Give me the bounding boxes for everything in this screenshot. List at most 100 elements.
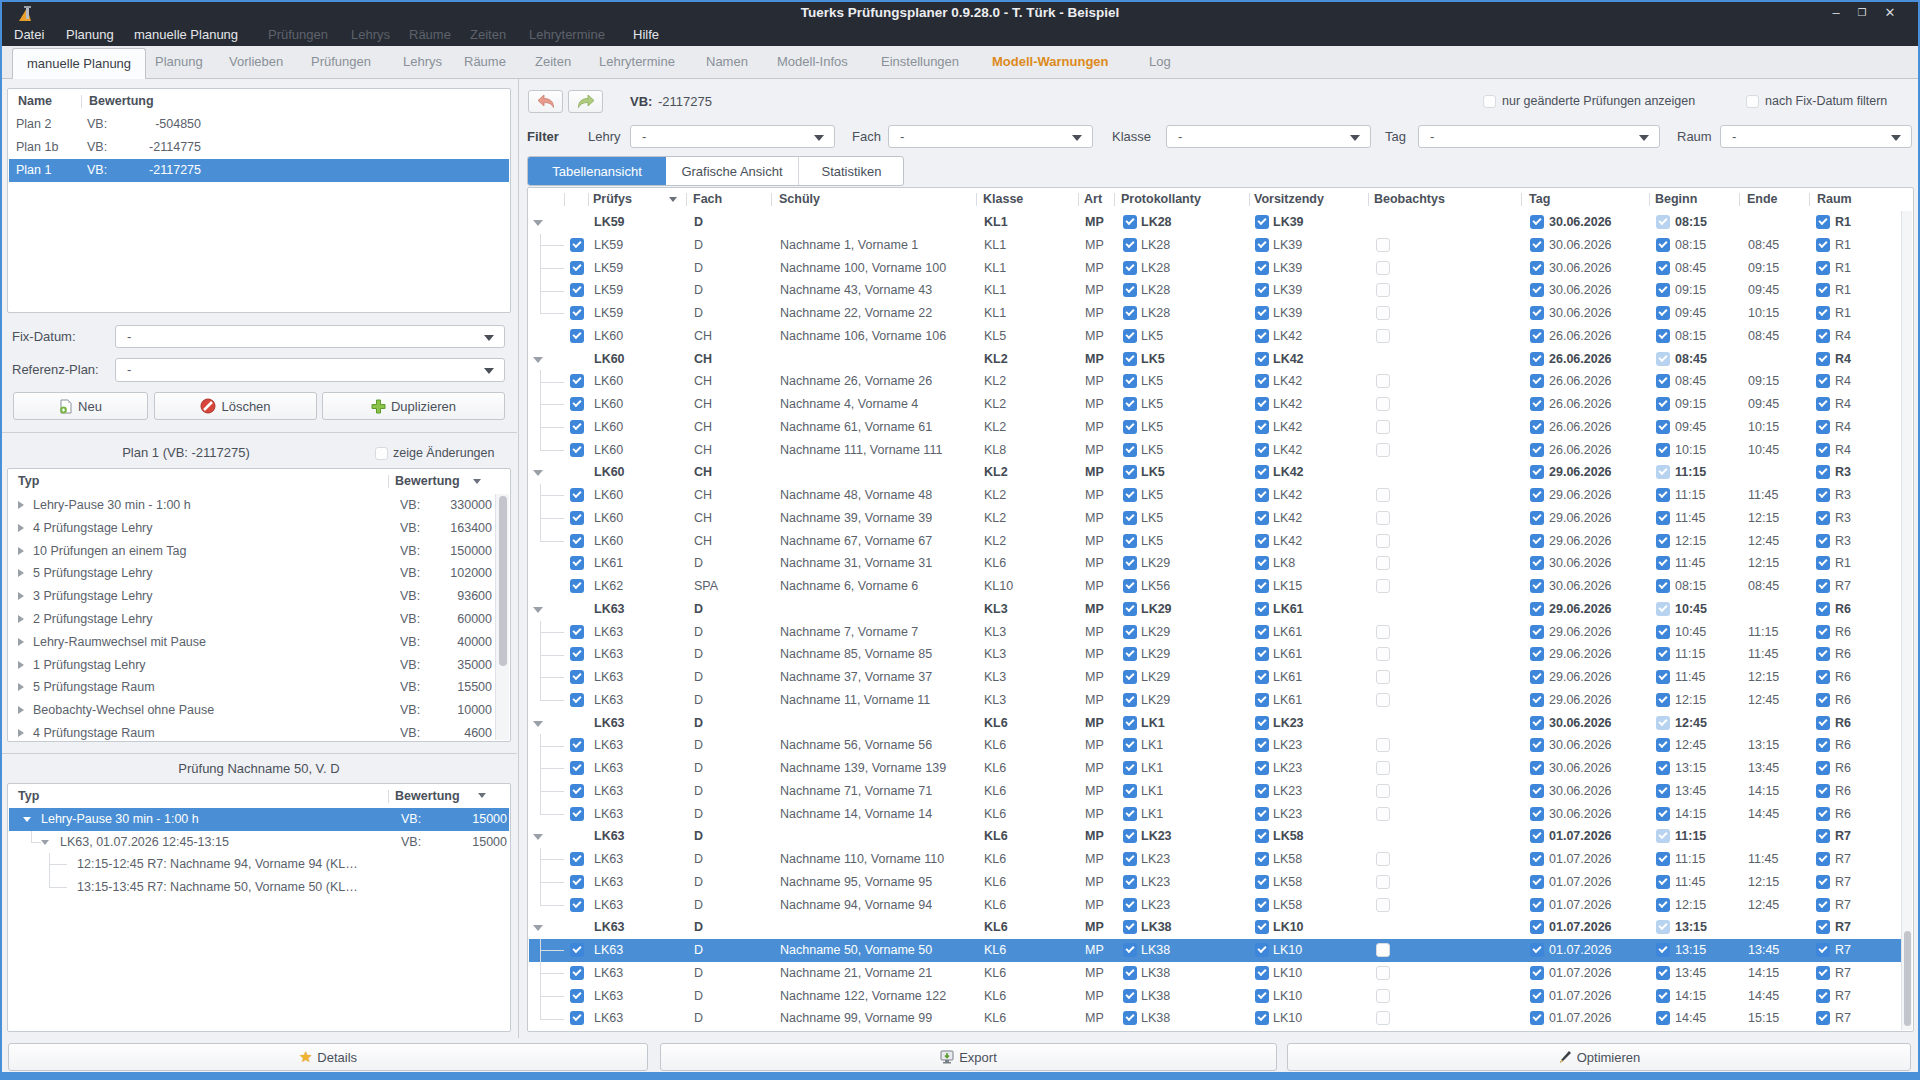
protokollanty-checkbox[interactable]: [1123, 943, 1137, 957]
tab-r-ume[interactable]: Räume: [464, 46, 506, 78]
plan-col-name[interactable]: Name: [18, 89, 52, 113]
beobachtys-checkbox[interactable]: [1376, 807, 1390, 821]
beginn-checkbox[interactable]: [1656, 352, 1670, 366]
menu-hilfe[interactable]: Hilfe: [633, 24, 659, 46]
exam-row[interactable]: LK59DNachname 1, Vorname 1KL1MPLK28LK393…: [529, 234, 1912, 257]
tab-planung[interactable]: Planung: [155, 46, 203, 78]
beobachtys-checkbox[interactable]: [1376, 443, 1390, 457]
row-checkbox[interactable]: [570, 625, 584, 639]
col-header-klasse[interactable]: Klasse: [983, 188, 1023, 211]
row-checkbox[interactable]: [570, 261, 584, 275]
vorsitzendy-checkbox[interactable]: [1255, 647, 1269, 661]
exam-row[interactable]: LK62SPANachname 6, Vorname 6KL10MPLK56LK…: [529, 575, 1912, 598]
protokollanty-checkbox[interactable]: [1123, 738, 1137, 752]
expand-icon[interactable]: [18, 547, 24, 555]
vorsitzendy-checkbox[interactable]: [1255, 215, 1269, 229]
exam-row[interactable]: LK60CHNachname 106, Vorname 106KL5MPLK5L…: [529, 325, 1912, 348]
exam-row[interactable]: LK61DNachname 31, Vorname 31KL6MPLK29LK8…: [529, 552, 1912, 575]
expand-icon[interactable]: [18, 569, 24, 577]
nach-fixdatum-checkbox[interactable]: [1746, 95, 1759, 108]
duplizieren-button[interactable]: Duplizieren: [322, 392, 505, 420]
exam-group-row[interactable]: LK63DKL6MPLK1LK2330.06.202612:45R6: [529, 712, 1912, 735]
collapse-icon[interactable]: [23, 817, 31, 822]
protokollanty-checkbox[interactable]: [1123, 374, 1137, 388]
exam-row[interactable]: LK59DNachname 100, Vorname 100KL1MPLK28L…: [529, 257, 1912, 280]
restore-icon[interactable]: ❐: [1852, 2, 1872, 24]
tag-checkbox[interactable]: [1530, 261, 1544, 275]
row-checkbox[interactable]: [570, 329, 584, 343]
beobachtys-checkbox[interactable]: [1376, 761, 1390, 775]
vorsitzendy-checkbox[interactable]: [1255, 920, 1269, 934]
protokollanty-checkbox[interactable]: [1123, 420, 1137, 434]
beobachtys-checkbox[interactable]: [1376, 898, 1390, 912]
beginn-checkbox[interactable]: [1656, 261, 1670, 275]
raum-checkbox[interactable]: [1816, 397, 1830, 411]
raum-checkbox[interactable]: [1816, 352, 1830, 366]
tag-checkbox[interactable]: [1530, 374, 1544, 388]
tab-lehrys[interactable]: Lehrys: [403, 46, 442, 78]
beginn-checkbox[interactable]: [1656, 397, 1670, 411]
exam-row[interactable]: LK60CHNachname 4, Vorname 4KL2MPLK5LK422…: [529, 393, 1912, 416]
vorsitzendy-checkbox[interactable]: [1255, 511, 1269, 525]
exam-row[interactable]: LK63DNachname 99, Vorname 99KL6MPLK38LK1…: [529, 1007, 1912, 1030]
vorsitzendy-checkbox[interactable]: [1255, 261, 1269, 275]
bewertung-row[interactable]: 3 Prüfungstage LehryVB:93600: [9, 585, 494, 608]
beginn-checkbox[interactable]: [1656, 898, 1670, 912]
raum-checkbox[interactable]: [1816, 488, 1830, 502]
export-button[interactable]: Export: [660, 1043, 1277, 1071]
protokollanty-checkbox[interactable]: [1123, 761, 1137, 775]
beobachtys-checkbox[interactable]: [1376, 693, 1390, 707]
raum-checkbox[interactable]: [1816, 215, 1830, 229]
beginn-checkbox[interactable]: [1656, 602, 1670, 616]
raum-checkbox[interactable]: [1816, 966, 1830, 980]
expand-icon[interactable]: [18, 729, 24, 737]
beobachtys-checkbox[interactable]: [1376, 989, 1390, 1003]
row-checkbox[interactable]: [570, 420, 584, 434]
exam-row[interactable]: LK60CHNachname 26, Vorname 26KL2MPLK5LK4…: [529, 370, 1912, 393]
tab-modell-warnungen[interactable]: Modell-Warnungen: [992, 46, 1109, 78]
row-checkbox[interactable]: [570, 283, 584, 297]
bewertung-row[interactable]: 1 Prüfungstag LehryVB:35000: [9, 654, 494, 677]
protokollanty-checkbox[interactable]: [1123, 625, 1137, 639]
raum-checkbox[interactable]: [1816, 716, 1830, 730]
filter-tag-dropdown[interactable]: -: [1418, 125, 1660, 148]
row-checkbox[interactable]: [570, 306, 584, 320]
plan-col-bewertung[interactable]: Bewertung: [89, 89, 154, 113]
raum-checkbox[interactable]: [1816, 374, 1830, 388]
row-checkbox[interactable]: [570, 852, 584, 866]
expand-icon[interactable]: [18, 683, 24, 691]
beobachtys-checkbox[interactable]: [1376, 374, 1390, 388]
tab-zeiten[interactable]: Zeiten: [535, 46, 571, 78]
tag-checkbox[interactable]: [1530, 738, 1544, 752]
beginn-checkbox[interactable]: [1656, 761, 1670, 775]
beginn-checkbox[interactable]: [1656, 534, 1670, 548]
exam-row[interactable]: LK63DNachname 110, Vorname 110KL6MPLK23L…: [529, 848, 1912, 871]
exam-row[interactable]: LK63DNachname 122, Vorname 122KL6MPLK38L…: [529, 985, 1912, 1008]
vorsitzendy-checkbox[interactable]: [1255, 966, 1269, 980]
plan-row[interactable]: Plan 2VB:-504850: [9, 113, 509, 136]
close-icon[interactable]: ✕: [1880, 2, 1900, 24]
tag-checkbox[interactable]: [1530, 989, 1544, 1003]
beobachtys-checkbox[interactable]: [1376, 852, 1390, 866]
beginn-checkbox[interactable]: [1656, 625, 1670, 639]
collapse-icon[interactable]: [533, 834, 543, 840]
raum-checkbox[interactable]: [1816, 875, 1830, 889]
exam-group-row[interactable]: LK60CHKL2MPLK5LK4226.06.202608:45R4: [529, 348, 1912, 371]
bewertung-row[interactable]: Beobachty-Wechsel ohne PauseVB:10000: [9, 699, 494, 722]
filter-lehry-dropdown[interactable]: -: [630, 125, 835, 148]
plan-row[interactable]: Plan 1VB:-2117275: [9, 159, 509, 182]
row-checkbox[interactable]: [570, 966, 584, 980]
filter-fach-dropdown[interactable]: -: [888, 125, 1093, 148]
vorsitzendy-checkbox[interactable]: [1255, 397, 1269, 411]
protokollanty-checkbox[interactable]: [1123, 602, 1137, 616]
row-checkbox[interactable]: [570, 488, 584, 502]
beginn-checkbox[interactable]: [1656, 579, 1670, 593]
beginn-checkbox[interactable]: [1656, 852, 1670, 866]
exam-row[interactable]: LK63DNachname 11, Vorname 11KL3MPLK29LK6…: [529, 689, 1912, 712]
tag-checkbox[interactable]: [1530, 625, 1544, 639]
vorsitzendy-checkbox[interactable]: [1255, 943, 1269, 957]
typ-col-header[interactable]: Typ: [18, 469, 39, 494]
referenz-plan-dropdown[interactable]: -: [115, 358, 505, 382]
tag-checkbox[interactable]: [1530, 920, 1544, 934]
beobachtys-checkbox[interactable]: [1376, 625, 1390, 639]
